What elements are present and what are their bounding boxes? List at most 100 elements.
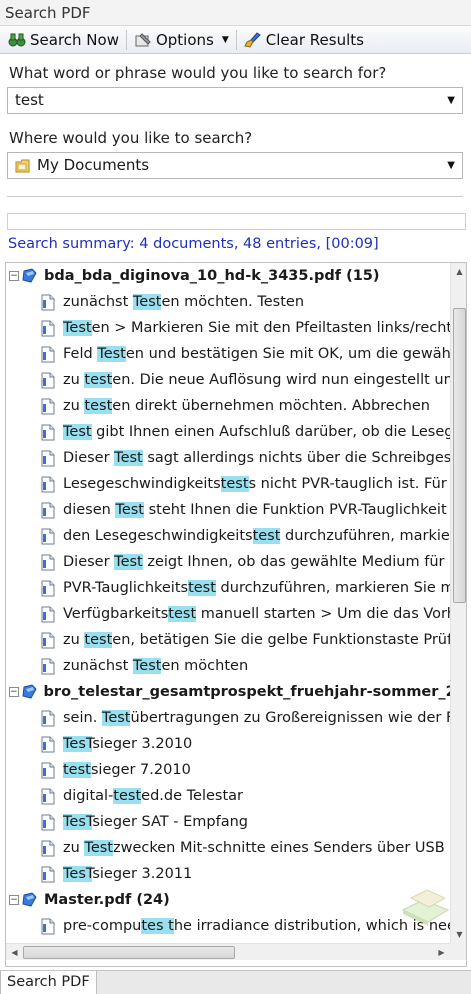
result-hit-row[interactable]: zu testen. Die neue Auflösung wird nun e… — [6, 367, 450, 393]
hit-match: TesT — [63, 866, 93, 882]
result-hit-row[interactable]: Verfügbarkeitstest manuell starten > Um … — [6, 601, 450, 627]
hit-match: Test — [63, 424, 92, 440]
result-hit-text: PVR-Tauglichkeitstest durchzuführen, mar… — [63, 580, 450, 596]
hit-suffix: durchzuführen, markieren Si — [285, 528, 450, 544]
hit-suffix: en, betätigen Sie die gelbe Funktionstas… — [112, 632, 450, 648]
result-hit-row[interactable]: zu testen direkt übernehmen möchten. Abb… — [6, 393, 450, 419]
results-panel: − bda_bda_diginova_10_hd-k_3435.pdf (15) z… — [5, 262, 467, 967]
options-label: Options — [155, 30, 214, 49]
result-hit-row[interactable]: zunächst Testen möchten. Testen — [6, 289, 450, 315]
options-button[interactable]: Options ▼ — [130, 28, 233, 52]
hit-match: Test — [114, 450, 143, 466]
result-hit-text: sein. Testübertragungen zu Großereigniss… — [63, 710, 450, 726]
hit-match: TesT — [63, 814, 93, 830]
hit-suffix: en. Die neue Auflösung wird nun eingeste… — [112, 372, 450, 388]
result-hit-row[interactable]: testsieger 7.2010 — [6, 757, 450, 783]
result-hit-row[interactable]: den Lesegeschwindigkeitstest durchzuführ… — [6, 523, 450, 549]
page-icon — [41, 918, 55, 935]
scroll-thumb[interactable] — [453, 308, 466, 603]
binoculars-icon — [8, 33, 26, 46]
query-combobox[interactable]: test ▼ — [7, 87, 463, 114]
page-icon — [41, 346, 55, 363]
collapse-toggle-icon[interactable]: − — [9, 895, 19, 905]
result-file-row[interactable]: − bda_bda_diginova_10_hd-k_3435.pdf (15) — [6, 263, 450, 289]
hit-suffix: en möchten — [161, 658, 249, 674]
result-hit-text: zunächst Testen möchten. Testen — [63, 294, 304, 310]
result-file-row[interactable]: − bro_telestar_gesamtprospekt_fruehjahr-s… — [6, 679, 450, 705]
result-hit-row[interactable]: sein. Testübertragungen zu Großereigniss… — [6, 705, 450, 731]
result-file-name: bda_bda_diginova_10_hd-k_3435.pdf (15) — [44, 268, 380, 284]
result-hit-text: TesTsieger 3.2010 — [63, 736, 192, 752]
hit-suffix: steht Ihnen die Funktion PVR-Tauglichkei… — [144, 502, 450, 518]
result-hit-row[interactable]: Dieser Test sagt allerdings nichts über … — [6, 445, 450, 471]
result-hit-text: zu Testzwecken Mit-schnitte eines Sender… — [63, 840, 450, 856]
page-icon — [41, 736, 55, 753]
result-hit-row[interactable]: Lesegeschwindigkeitstests nicht PVR-taug… — [6, 471, 450, 497]
page-icon — [41, 866, 55, 883]
scroll-left-icon[interactable]: ◀ — [6, 944, 23, 961]
result-hit-text: Feld Testen und bestätigen Sie mit OK, u… — [63, 346, 450, 362]
result-hit-row[interactable]: PVR-Tauglichkeitstest durchzuführen, mar… — [6, 575, 450, 601]
result-hit-row[interactable]: digital-tested.de Telestar — [6, 783, 450, 809]
hit-match: test — [252, 528, 281, 544]
search-now-label: Search Now — [30, 30, 119, 49]
options-icon — [135, 32, 151, 46]
result-hit-row[interactable]: zu Testzwecken Mit-schnitte eines Sender… — [6, 835, 450, 861]
vertical-scrollbar[interactable]: ▲ ▼ — [450, 263, 466, 943]
location-combobox[interactable]: My Documents ▼ — [7, 152, 463, 179]
result-hit-text: Lesegeschwindigkeitstests nicht PVR-taug… — [63, 476, 450, 492]
hit-match: Test — [132, 658, 162, 674]
page-icon — [41, 580, 55, 597]
hit-match: test — [168, 606, 197, 622]
result-file-row[interactable]: − Master.pdf (24) — [6, 887, 450, 913]
result-hit-row[interactable]: Test gibt Ihnen einen Aufschluß darüber,… — [6, 419, 450, 445]
hit-prefix: Lesegeschwindigkeits — [63, 476, 221, 492]
page-icon — [41, 372, 55, 389]
scroll-down-icon[interactable]: ▼ — [451, 926, 466, 943]
hit-match: tes t — [141, 918, 174, 934]
bottom-tab-bar: Search PDF — [0, 970, 471, 994]
result-hit-row[interactable]: TesTsieger SAT - Empfang — [6, 809, 450, 835]
search-now-button[interactable]: Search Now — [4, 28, 123, 52]
scroll-right-icon[interactable]: ▶ — [433, 944, 450, 961]
result-hit-row[interactable]: pre-computes the irradiance distribution… — [6, 913, 450, 939]
hit-prefix: diesen — [63, 502, 116, 518]
hit-match: Test — [97, 346, 126, 362]
hit-match: TesT — [63, 736, 93, 752]
query-label: What word or phrase would you like to se… — [9, 64, 387, 82]
page-icon — [41, 294, 55, 311]
result-hit-text: TesTsieger SAT - Empfang — [63, 814, 248, 830]
hit-prefix: Feld — [63, 346, 98, 362]
hit-suffix: sieger SAT - Empfang — [92, 814, 248, 830]
scroll-up-icon[interactable]: ▲ — [451, 263, 466, 280]
horizontal-scrollbar[interactable]: ◀ ▶ — [6, 943, 450, 960]
scroll-corner — [450, 943, 466, 960]
result-hit-row[interactable]: Testen > Markieren Sie mit den Pfeiltast… — [6, 315, 450, 341]
clear-results-button[interactable]: Clear Results — [240, 28, 368, 52]
hit-suffix: en direkt übernehmen möchten. Abbrechen — [112, 398, 430, 414]
pdf-file-icon — [22, 268, 38, 284]
result-hit-row[interactable]: zu testen, betätigen Sie die gelbe Funkt… — [6, 627, 450, 653]
hit-match: test — [188, 580, 216, 596]
result-hit-row[interactable]: Dieser Test zeigt Ihnen, ob das gewählte… — [6, 549, 450, 575]
hit-suffix: ed.de Telestar — [141, 788, 243, 804]
results-tree[interactable]: − bda_bda_diginova_10_hd-k_3435.pdf (15) z… — [6, 263, 450, 943]
tab-search-pdf[interactable]: Search PDF — [0, 971, 97, 994]
result-hit-row[interactable]: TesTsieger 3.2011 — [6, 861, 450, 887]
scroll-thumb-horizontal[interactable] — [23, 946, 235, 959]
result-hit-row[interactable]: zunächst Testen möchten — [6, 653, 450, 679]
chevron-down-icon[interactable]: ▼ — [447, 88, 455, 113]
chevron-down-icon[interactable]: ▼ — [447, 153, 455, 178]
page-icon — [41, 320, 55, 337]
result-hit-row[interactable]: Feld Testen und bestätigen Sie mit OK, u… — [6, 341, 450, 367]
page-icon — [41, 554, 55, 571]
collapse-toggle-icon[interactable]: − — [9, 687, 19, 697]
result-hit-row[interactable]: TesTsieger 3.2010 — [6, 731, 450, 757]
result-hit-text: pre-computes the irradiance distribution… — [63, 918, 450, 934]
hit-prefix: zunächst — [63, 294, 133, 310]
page-icon — [41, 606, 55, 623]
collapse-toggle-icon[interactable]: − — [9, 271, 19, 281]
page-icon — [41, 476, 55, 493]
hit-match: test — [63, 762, 91, 778]
result-hit-row[interactable]: diesen Test steht Ihnen die Funktion PVR… — [6, 497, 450, 523]
